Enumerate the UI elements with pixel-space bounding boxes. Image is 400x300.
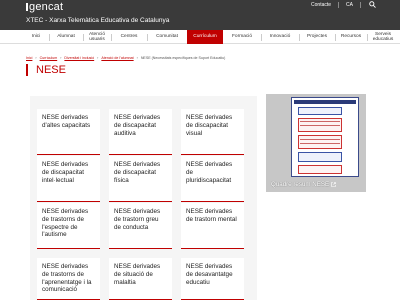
nav-item-comunitat[interactable]: Comunitat: [148, 30, 186, 44]
breadcrumb: Inici › Currículum › Diversitat i inclus…: [26, 56, 225, 60]
nav-item-curriculum[interactable]: Currículum: [187, 30, 223, 44]
external-link-icon: [331, 182, 336, 187]
doc-section: [298, 152, 342, 162]
gencat-logo-mark: [26, 3, 28, 11]
nav-item-atencio-usuaris[interactable]: Atenció usuaris: [84, 30, 110, 44]
nav-item-centres[interactable]: Centres: [112, 30, 146, 44]
breadcrumb-link[interactable]: Atenció de l'alumnat: [101, 56, 133, 60]
resum-label: Quadre resum NESE: [271, 181, 330, 188]
gencat-logo-text: gencat: [29, 1, 64, 13]
title-accent-bar: [26, 64, 28, 76]
breadcrumb-current: NESE (Necessitats específiques de Suport…: [140, 56, 226, 60]
nav-item-projectes[interactable]: Projectes: [300, 30, 334, 44]
resum-caption[interactable]: Quadre resum NESE: [271, 181, 336, 188]
doc-line: [300, 125, 340, 126]
nese-card[interactable]: NESE derivades de pluridiscapacitat: [181, 156, 244, 202]
top-links: Contacte CA: [311, 1, 376, 8]
nese-card-grid: NESE derivades d'altes capacitats NESE d…: [30, 96, 257, 300]
nese-card[interactable]: NESE derivades d'altes capacitats: [37, 109, 100, 155]
nese-card[interactable]: NESE derivades de discapacitat visual: [181, 109, 244, 155]
site-subtitle[interactable]: XTEC - Xarxa Telemàtica Educativa de Cat…: [26, 17, 169, 24]
nav-item-alumnat[interactable]: Alumnat: [50, 30, 82, 44]
gencat-logo[interactable]: gencat: [26, 1, 63, 13]
nese-card[interactable]: NESE derivades de trastorn mental: [181, 203, 244, 249]
nav-item-recursos[interactable]: Recursos: [336, 30, 366, 44]
doc-section: [298, 107, 342, 115]
breadcrumb-link[interactable]: Currículum: [40, 56, 58, 60]
doc-header-bar: [294, 100, 356, 104]
breadcrumb-separator: ›: [60, 56, 62, 60]
breadcrumb-separator: ›: [136, 56, 138, 60]
nese-card[interactable]: NESE derivades de discapacitat auditiva: [109, 109, 172, 155]
breadcrumb-link[interactable]: Diversitat i inclusió: [64, 56, 94, 60]
page-title-text: NESE: [36, 64, 66, 76]
top-links-divider: [360, 1, 361, 8]
main-nav: Inici Alumnat Atenció usuaris Centres Co…: [0, 30, 400, 44]
doc-section: [298, 135, 342, 149]
contact-link[interactable]: Contacte: [311, 2, 331, 8]
doc-line: [300, 139, 340, 140]
nese-card[interactable]: NESE derivades de trastorns de l'aprenen…: [37, 258, 100, 300]
breadcrumb-separator: ›: [97, 56, 99, 60]
site-header: gencat Contacte CA XTEC - Xarxa Telemàti…: [0, 0, 400, 30]
nav-item-innovacio[interactable]: Innovació: [262, 30, 298, 44]
doc-section: [298, 165, 342, 174]
search-icon[interactable]: [369, 1, 376, 8]
nese-card[interactable]: NESE derivades de discapacitat física: [109, 156, 172, 202]
nav-item-serveis-educatius[interactable]: Serveis educatius: [368, 30, 398, 44]
nese-card[interactable]: NESE derivades de trastorns de l'espectr…: [37, 203, 100, 249]
nese-card[interactable]: NESE derivades de desavantatge educatiu: [181, 258, 244, 300]
nav-item-formacio[interactable]: Formació: [224, 30, 260, 44]
language-selector[interactable]: CA: [346, 2, 353, 8]
nese-card[interactable]: NESE derivades de trastorn greu de condu…: [109, 203, 172, 249]
nese-card[interactable]: NESE derivades de discapacitat intel·lec…: [37, 156, 100, 202]
breadcrumb-link[interactable]: Inici: [26, 56, 32, 60]
top-links-divider: [338, 1, 340, 8]
quadre-resum-card[interactable]: Quadre resum NESE: [266, 94, 366, 192]
doc-line: [300, 143, 340, 144]
resum-document-thumbnail: [291, 97, 359, 177]
page-title: NESE: [26, 64, 66, 76]
breadcrumb-separator: ›: [35, 56, 37, 60]
doc-line: [300, 121, 340, 122]
nese-card[interactable]: NESE derivades de situació de malaltia: [109, 258, 172, 300]
nav-item-inici[interactable]: Inici: [24, 30, 48, 44]
